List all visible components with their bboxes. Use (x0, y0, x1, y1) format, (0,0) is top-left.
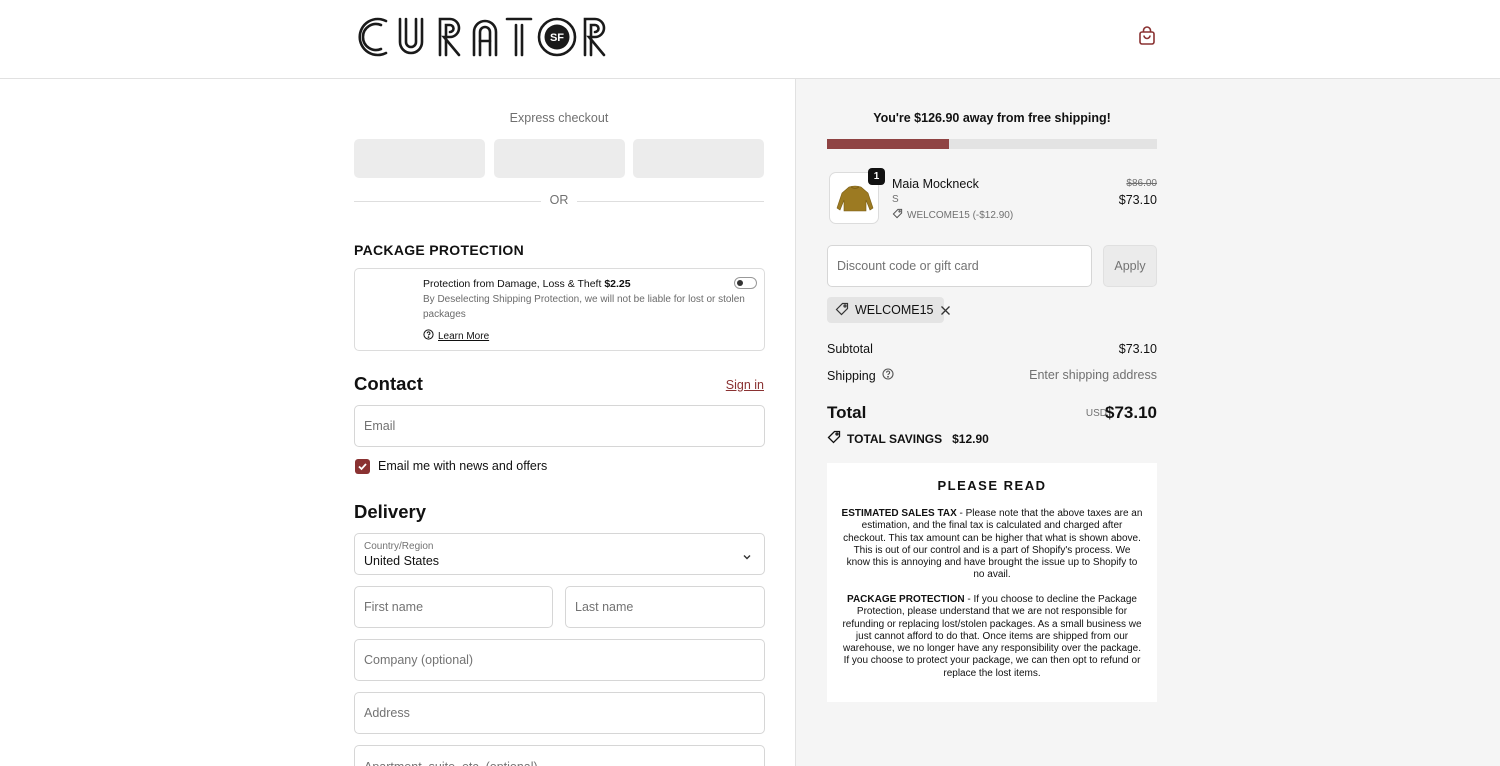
total-value: $73.10 (1105, 403, 1157, 422)
close-icon[interactable] (940, 305, 951, 316)
subtotal-label: Subtotal (827, 342, 873, 356)
email-input[interactable] (355, 406, 764, 446)
product-variant: S (892, 194, 899, 205)
product-discount-label: WELCOME15 (-$12.90) (907, 209, 1014, 221)
delivery-heading: Delivery (354, 501, 426, 522)
shipping-row-label: Shipping (827, 368, 894, 383)
tag-icon (827, 430, 841, 447)
apartment-field[interactable] (354, 745, 765, 766)
country-label: Country/Region (364, 541, 434, 552)
apartment-input[interactable] (355, 746, 764, 766)
applied-discount-code: WELCOME15 (855, 303, 934, 317)
question-circle-icon[interactable] (882, 368, 894, 383)
free-shipping-progress-fill (827, 139, 950, 149)
protection-notice-body: - If you choose to decline the Package P… (842, 594, 1142, 679)
company-input[interactable] (355, 640, 764, 680)
subtotal-value: $73.10 (1118, 342, 1157, 356)
package-protection-card: Protection from Damage, Loss & Theft $2.… (354, 268, 765, 351)
country-select[interactable]: Country/Region United States (354, 533, 765, 575)
address-field[interactable] (354, 692, 765, 734)
total-label: Total (827, 403, 867, 422)
protection-title: Protection from Damage, Loss & Theft $2.… (423, 278, 631, 290)
free-shipping-message: You're $126.90 away from free shipping! (873, 111, 1111, 125)
or-divider: OR (354, 193, 764, 209)
learn-more-link[interactable]: Learn More (423, 329, 489, 343)
product-discount: WELCOME15 (-$12.90) (892, 208, 1013, 222)
apply-button[interactable]: Apply (1103, 245, 1157, 287)
shopping-bag-icon[interactable] (1136, 25, 1158, 47)
question-circle-icon (423, 329, 434, 343)
original-price: $86.00 (1126, 178, 1157, 189)
tax-notice: ESTIMATED SALES TAX - Please note that t… (841, 508, 1143, 582)
product-name: Maia Mockneck (892, 177, 979, 191)
or-label: OR (549, 193, 569, 207)
protection-toggle[interactable] (734, 277, 757, 289)
express-pay-button-3[interactable] (633, 139, 764, 178)
learn-more-label: Learn More (438, 330, 490, 342)
shipping-label: Shipping (827, 368, 876, 383)
company-field[interactable] (354, 639, 765, 681)
tax-notice-heading: ESTIMATED SALES TAX (841, 508, 957, 519)
express-checkout-label: Express checkout (509, 111, 609, 125)
notice-title: PLEASE READ (937, 478, 1047, 493)
email-field[interactable] (354, 405, 765, 447)
shipping-value: Enter shipping address (1029, 368, 1157, 382)
newsletter-checkbox[interactable] (355, 459, 370, 474)
product-price: $73.10 (1118, 193, 1157, 207)
last-name-input[interactable] (566, 587, 764, 627)
protection-notice: PACKAGE PROTECTION - If you choose to de… (841, 594, 1143, 680)
savings-label: TOTAL SAVINGS (847, 431, 943, 446)
address-input[interactable] (355, 693, 764, 733)
package-protection-heading: PACKAGE PROTECTION (354, 242, 525, 258)
country-value: United States (364, 554, 440, 568)
discount-input[interactable] (828, 246, 1091, 286)
total-currency: USD (1085, 408, 1107, 419)
chevron-down-icon (742, 549, 752, 567)
free-shipping-progress (827, 139, 1157, 149)
applied-discount-chip: WELCOME15 (827, 297, 950, 323)
please-read-notice: PLEASE READ ESTIMATED SALES TAX - Please… (827, 463, 1157, 702)
last-name-field[interactable] (565, 586, 765, 628)
protection-price: $2.25 (604, 278, 631, 290)
contact-heading: Contact (354, 373, 423, 394)
header: SF (0, 0, 1500, 79)
sign-in-link[interactable]: Sign in (726, 378, 764, 392)
first-name-field[interactable] (354, 586, 553, 628)
express-pay-button-2[interactable] (494, 139, 625, 178)
express-pay-button-1[interactable] (354, 139, 485, 178)
quantity-badge: 1 (868, 168, 885, 185)
discount-field[interactable] (827, 245, 1092, 287)
first-name-input[interactable] (355, 587, 552, 627)
curator-logo[interactable]: SF (356, 14, 612, 60)
logo-badge-text: SF (550, 32, 564, 44)
check-icon (358, 463, 367, 471)
savings-value: $12.90 (952, 431, 989, 446)
tag-icon (835, 302, 849, 319)
total-savings: TOTAL SAVINGS $12.90 (827, 430, 989, 447)
tag-icon (892, 208, 903, 222)
protection-description: By Deselecting Shipping Protection, we w… (423, 294, 745, 320)
protection-notice-heading: PACKAGE PROTECTION (847, 594, 965, 605)
newsletter-label: Email me with news and offers (378, 459, 548, 473)
